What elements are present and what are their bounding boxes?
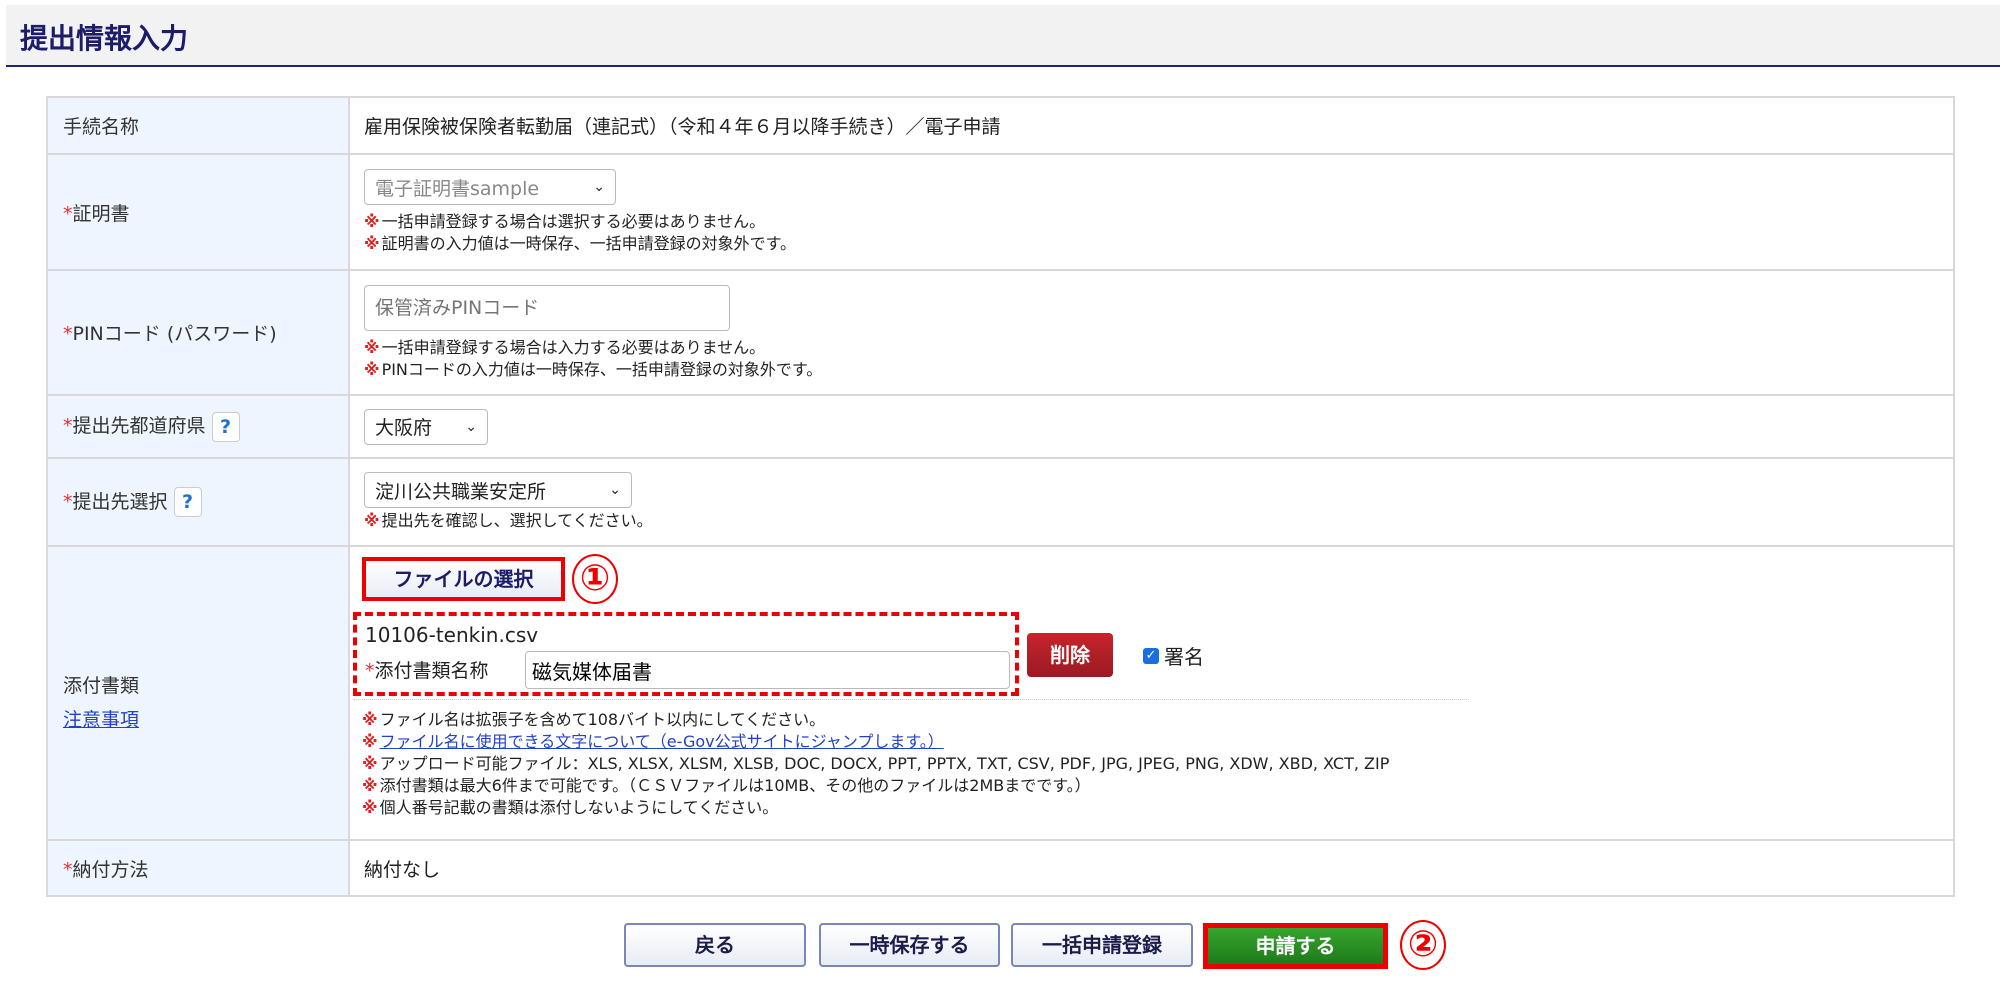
form-table: 手続名称 雇用保険被保険者転勤届（連記式）（令和４年６月以降手続き）／電子申請 … (46, 96, 1955, 897)
help-icon[interactable]: ? (211, 411, 240, 442)
chevron-down-icon: ⌄ (593, 179, 605, 195)
label-certificate: 証明書 (72, 202, 130, 225)
required-mark: * (365, 660, 375, 682)
label-office: 提出先選択 (72, 490, 168, 513)
note: 個人番号記載の書類は添付しないようにしてください。 (379, 798, 779, 817)
filename-chars-link[interactable]: ファイル名に使用できる文字について（e-Gov公式サイトにジャンプします。） (380, 732, 944, 751)
step-marker-1: ① (572, 554, 618, 604)
prefecture-selected: 大阪府 (375, 417, 433, 439)
help-icon[interactable]: ? (173, 487, 202, 518)
required-mark: * (63, 202, 73, 225)
required-mark: * (63, 323, 73, 345)
note-mark: ※ (362, 732, 378, 751)
label-prefecture: 提出先都道府県 (72, 415, 206, 438)
note-mark: ※ (364, 359, 380, 379)
note-mark: ※ (362, 754, 378, 773)
page-header: 提出情報入力 (6, 5, 2000, 67)
sign-label: 署名 (1164, 645, 1204, 669)
note-mark: ※ (362, 776, 378, 795)
delete-button[interactable]: 削除 (1027, 633, 1113, 677)
payment-value: 納付なし (348, 839, 1955, 897)
label-payment: 納付方法 (72, 858, 149, 881)
note-mark: ※ (362, 710, 378, 729)
sign-checkbox[interactable]: ✓ (1143, 648, 1159, 664)
note: PINコードの入力値は一時保存、一括申請登録の対象外です。 (381, 359, 823, 379)
chevron-down-icon: ⌄ (609, 482, 621, 498)
note-mark: ※ (364, 212, 380, 231)
note-mark: ※ (364, 234, 380, 253)
chevron-down-icon: ⌄ (465, 418, 477, 435)
attachment-filename: 10106-tenkin.csv (365, 623, 539, 647)
note: 証明書の入力値は一時保存、一括申請登録の対象外です。 (381, 234, 796, 253)
certificate-selected: 電子証明書sample (375, 177, 540, 200)
note: 一括申請登録する場合は選択する必要はありません。 (381, 212, 766, 231)
row-pin: *PINコード (パスワード) ※一括申請登録する場合は入力する必要はありません… (46, 269, 1955, 396)
back-button[interactable]: 戻る (624, 923, 806, 967)
page-title: 提出情報入力 (20, 22, 189, 55)
required-mark: * (63, 490, 73, 513)
caution-link[interactable]: 注意事項 (63, 709, 139, 731)
pin-input[interactable] (364, 284, 730, 331)
note-mark: ※ (362, 798, 378, 817)
row-procedure: 手続名称 雇用保険被保険者転勤届（連記式）（令和４年６月以降手続き）／電子申請 (46, 96, 1955, 155)
certificate-select[interactable]: 電子証明書sample ⌄ (364, 169, 616, 205)
required-mark: * (63, 858, 73, 881)
choose-file-button[interactable]: ファイルの選択 (362, 557, 565, 601)
label-pin: PINコード (パスワード) (72, 323, 277, 345)
bulk-register-button[interactable]: 一括申請登録 (1011, 923, 1193, 967)
note: ファイル名は拡張子を含めて108バイト以内にしてください。 (379, 710, 826, 729)
note: 一括申請登録する場合は入力する必要はありません。 (381, 337, 766, 357)
office-selected: 淀川公共職業安定所 (375, 480, 547, 503)
note: 提出先を確認し、選択してください。 (381, 511, 653, 530)
required-mark: * (63, 415, 73, 438)
row-attachment: 添付書類 注意事項 ファイルの選択 ① 10106-tenkin.csv *添付… (46, 545, 1955, 841)
procedure-value: 雇用保険被保険者転勤届（連記式）（令和４年６月以降手続き）／電子申請 (348, 96, 1955, 155)
save-draft-button[interactable]: 一時保存する (819, 923, 1000, 967)
attachment-name-input[interactable] (525, 651, 1010, 689)
row-office: *提出先選択? 淀川公共職業安定所 ⌄ ※ 提出先を確認し、選択してください。 (46, 457, 1955, 547)
row-certificate: *証明書 電子証明書sample ⌄ ※ 一括申請登録する場合は選択する必要はありま… (46, 153, 1955, 271)
label-procedure: 手続名称 (46, 96, 350, 155)
note: アップロード可能ファイル：XLS, XLSX, XLSM, XLSB, DOC,… (379, 754, 1390, 773)
note-mark: ※ (364, 337, 380, 357)
row-prefecture: *提出先都道府県? 大阪府 ⌄ (46, 394, 1955, 459)
divider (353, 699, 1469, 700)
note: 添付書類は最大6件まで可能です。（ＣＳＶファイルは10MB、その他のファイルは2… (379, 776, 1091, 795)
prefecture-select[interactable]: 大阪府 ⌄ (364, 408, 488, 445)
label-attachment: 添付書類 (63, 675, 140, 697)
note-mark: ※ (364, 511, 380, 530)
row-payment: *納付方法 納付なし (46, 839, 1955, 897)
step-marker-2: ② (1400, 920, 1446, 970)
apply-button[interactable]: 申請する (1203, 923, 1388, 969)
attachment-name-label: 添付書類名称 (374, 660, 489, 682)
office-select[interactable]: 淀川公共職業安定所 ⌄ (364, 472, 632, 508)
